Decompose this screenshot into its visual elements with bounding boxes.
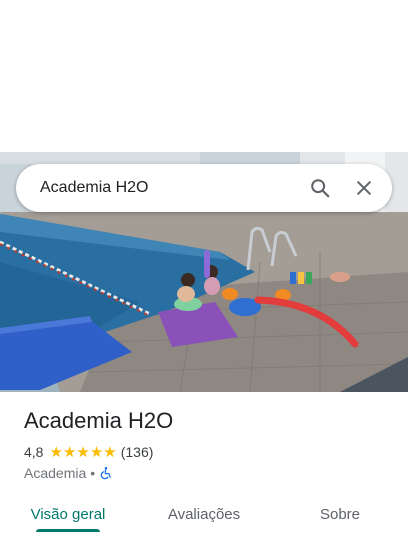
place-title: Academia H2O xyxy=(24,408,174,433)
category-row: Academia • xyxy=(24,465,113,481)
close-icon xyxy=(357,181,371,195)
wheelchair-accessible-icon xyxy=(100,467,111,480)
star-icon: ★ xyxy=(89,443,104,461)
search-bar xyxy=(16,163,392,213)
separator: • xyxy=(90,465,96,481)
place-category: Academia xyxy=(24,465,87,481)
search-input[interactable] xyxy=(16,163,298,213)
place-tabs: Visão geral Avaliações Sobre xyxy=(0,496,408,536)
clear-search-button[interactable] xyxy=(342,166,386,210)
review-count: (136) xyxy=(120,444,154,460)
star-icon: ★ xyxy=(76,443,90,461)
search-button[interactable] xyxy=(298,166,342,210)
rating-row[interactable]: 4,8 ★ ★ ★ ★ ★ (136) xyxy=(24,444,153,460)
star-icon: ★ xyxy=(103,443,117,461)
tab-about[interactable]: Sobre xyxy=(272,496,408,532)
rating-value: 4,8 xyxy=(24,444,44,460)
tab-overview[interactable]: Visão geral xyxy=(0,496,136,532)
tab-reviews[interactable]: Avaliações xyxy=(136,496,272,532)
star-icon: ★ xyxy=(62,443,77,461)
star-icon: ★ xyxy=(49,443,63,461)
star-rating: ★ ★ ★ ★ ★ xyxy=(49,445,116,460)
search-icon xyxy=(311,179,330,198)
